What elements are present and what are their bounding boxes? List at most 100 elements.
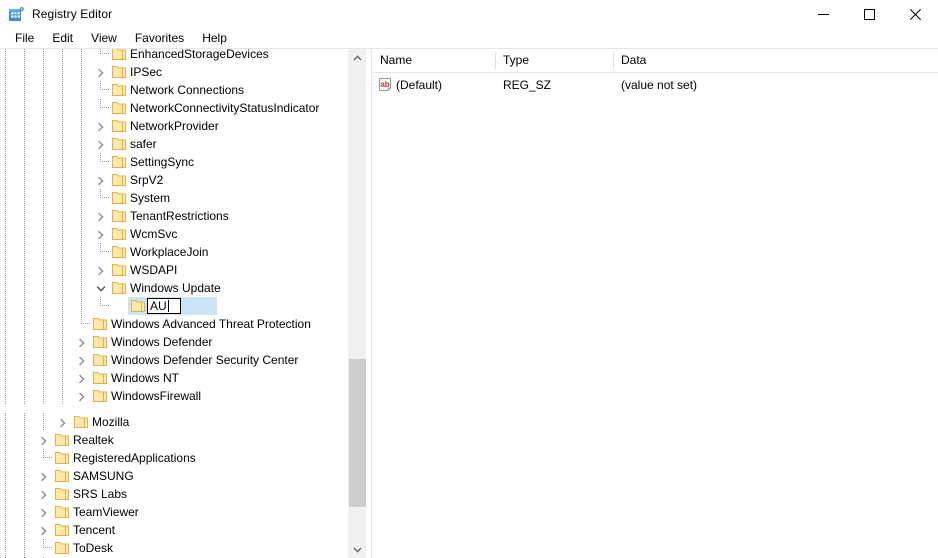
- tree-guide-line: [5, 539, 6, 557]
- window-controls: [800, 0, 938, 29]
- tree-vertical-scrollbar[interactable]: [348, 49, 366, 558]
- tree-guide-line: [62, 135, 63, 153]
- tree-item[interactable]: System: [0, 189, 346, 207]
- column-header-data[interactable]: Data: [613, 49, 938, 72]
- tree-item[interactable]: NetworkProvider: [0, 117, 346, 135]
- tree-item[interactable]: Windows Advanced Threat Protection: [0, 315, 346, 333]
- expand-chevron-icon[interactable]: [96, 175, 106, 186]
- tree-guide-line: [5, 431, 6, 449]
- tree-item[interactable]: WcmSvc: [0, 225, 346, 243]
- expand-chevron-icon[interactable]: [96, 211, 106, 222]
- scroll-down-button[interactable]: [349, 541, 366, 558]
- menu-item-help[interactable]: Help: [193, 30, 236, 48]
- tree-guide-line: [5, 171, 6, 189]
- column-header-type[interactable]: Type: [495, 49, 613, 72]
- tree-item[interactable]: Mozilla: [0, 413, 346, 431]
- tree-guide-line: [43, 413, 44, 431]
- scroll-up-button[interactable]: [349, 49, 366, 66]
- column-header-name[interactable]: Name: [372, 49, 495, 72]
- tree-item[interactable]: Windows Defender: [0, 333, 346, 351]
- tree-item[interactable]: SrpV2: [0, 171, 346, 189]
- menu-item-favorites[interactable]: Favorites: [126, 30, 193, 48]
- rename-input[interactable]: AU: [147, 298, 181, 314]
- tree-item[interactable]: RegisteredApplications: [0, 449, 346, 467]
- tree-item-label: Tencent: [73, 523, 116, 537]
- expand-chevron-icon[interactable]: [96, 229, 106, 240]
- folder-icon: [112, 83, 126, 96]
- menu-item-edit[interactable]: Edit: [43, 30, 82, 48]
- tree-guide-line: [5, 99, 6, 117]
- values-list-pane[interactable]: Name Type Data ab (Default) REG_SZ (valu…: [372, 49, 938, 558]
- folder-icon: [55, 541, 69, 554]
- tree-guide-line: [24, 243, 25, 261]
- tree-item-editing[interactable]: AU: [0, 297, 346, 315]
- registry-tree[interactable]: EnhancedStorageDevices IPSec Network Conne…: [0, 49, 346, 558]
- tree-item[interactable]: Windows Defender Security Center: [0, 351, 346, 369]
- scrollbar-thumb[interactable]: [349, 359, 366, 507]
- tree-item[interactable]: TeamViewer: [0, 503, 346, 521]
- folder-icon: [112, 173, 126, 186]
- tree-item[interactable]: SettingSync: [0, 153, 346, 171]
- tree-guide-line: [24, 135, 25, 153]
- tree-guide-line: [62, 279, 63, 297]
- tree-item[interactable]: Windows Update: [0, 279, 346, 297]
- menu-bar: File Edit View Favorites Help: [0, 29, 938, 48]
- expand-chevron-icon[interactable]: [39, 435, 49, 446]
- tree-item[interactable]: WSDAPI: [0, 261, 346, 279]
- folder-icon: [93, 371, 107, 384]
- maximize-button[interactable]: [846, 0, 892, 29]
- tree-item[interactable]: SAMSUNG: [0, 467, 346, 485]
- expand-chevron-icon[interactable]: [77, 391, 87, 402]
- tree-guide-line: [43, 387, 44, 405]
- tree-item[interactable]: Tencent: [0, 521, 346, 539]
- tree-guide-line: [43, 49, 44, 63]
- tree-item[interactable]: IPSec: [0, 63, 346, 81]
- expand-chevron-icon[interactable]: [77, 355, 87, 366]
- expand-chevron-icon[interactable]: [77, 373, 87, 384]
- tree-item[interactable]: safer: [0, 135, 346, 153]
- expand-chevron-icon[interactable]: [96, 265, 106, 276]
- expand-chevron-icon[interactable]: [39, 471, 49, 482]
- tree-guide-line: [24, 171, 25, 189]
- collapse-chevron-icon[interactable]: [96, 283, 106, 293]
- tree-guide-line: [5, 413, 6, 431]
- tree-item[interactable]: Network Connections: [0, 81, 346, 99]
- tree-guide-line: [5, 81, 6, 99]
- close-button[interactable]: [892, 0, 938, 29]
- tree-item[interactable]: SRS Labs: [0, 485, 346, 503]
- tree-guide-line: [81, 171, 82, 189]
- expand-chevron-icon[interactable]: [77, 337, 87, 348]
- tree-item-label: WorkplaceJoin: [130, 245, 209, 259]
- tree-item[interactable]: WindowsFirewall: [0, 387, 346, 405]
- rename-input-value: AU: [150, 299, 167, 313]
- tree-item[interactable]: EnhancedStorageDevices: [0, 49, 346, 63]
- tree-guide-line: [43, 189, 44, 207]
- tree-item[interactable]: WorkplaceJoin: [0, 243, 346, 261]
- expand-chevron-icon[interactable]: [96, 121, 106, 132]
- tree-guide-line: [24, 333, 25, 351]
- tree-guide-line: [24, 117, 25, 135]
- expand-chevron-icon[interactable]: [96, 139, 106, 150]
- expand-chevron-icon[interactable]: [58, 417, 68, 428]
- tree-guide-line: [62, 81, 63, 99]
- tree-guide-line: [24, 63, 25, 81]
- tree-item[interactable]: TenantRestrictions: [0, 207, 346, 225]
- tree-item-label: Windows Advanced Threat Protection: [111, 317, 311, 331]
- menu-item-file[interactable]: File: [6, 30, 43, 48]
- tree-item-label: Mozilla: [92, 415, 130, 429]
- menu-item-view[interactable]: View: [82, 30, 126, 48]
- table-row[interactable]: ab (Default) REG_SZ (value not set): [372, 75, 938, 95]
- tree-guide-line: [100, 89, 109, 90]
- expand-chevron-icon[interactable]: [39, 507, 49, 518]
- tree-guide-line: [43, 243, 44, 261]
- expand-chevron-icon[interactable]: [39, 525, 49, 536]
- tree-guide-line: [100, 107, 109, 108]
- title-bar: Registry Editor: [0, 0, 938, 29]
- expand-chevron-icon[interactable]: [39, 489, 49, 500]
- tree-item[interactable]: Realtek: [0, 431, 346, 449]
- expand-chevron-icon[interactable]: [96, 67, 106, 78]
- tree-item[interactable]: NetworkConnectivityStatusIndicator: [0, 99, 346, 117]
- minimize-button[interactable]: [800, 0, 846, 29]
- tree-item[interactable]: ToDesk: [0, 539, 346, 557]
- tree-item[interactable]: Windows NT: [0, 369, 346, 387]
